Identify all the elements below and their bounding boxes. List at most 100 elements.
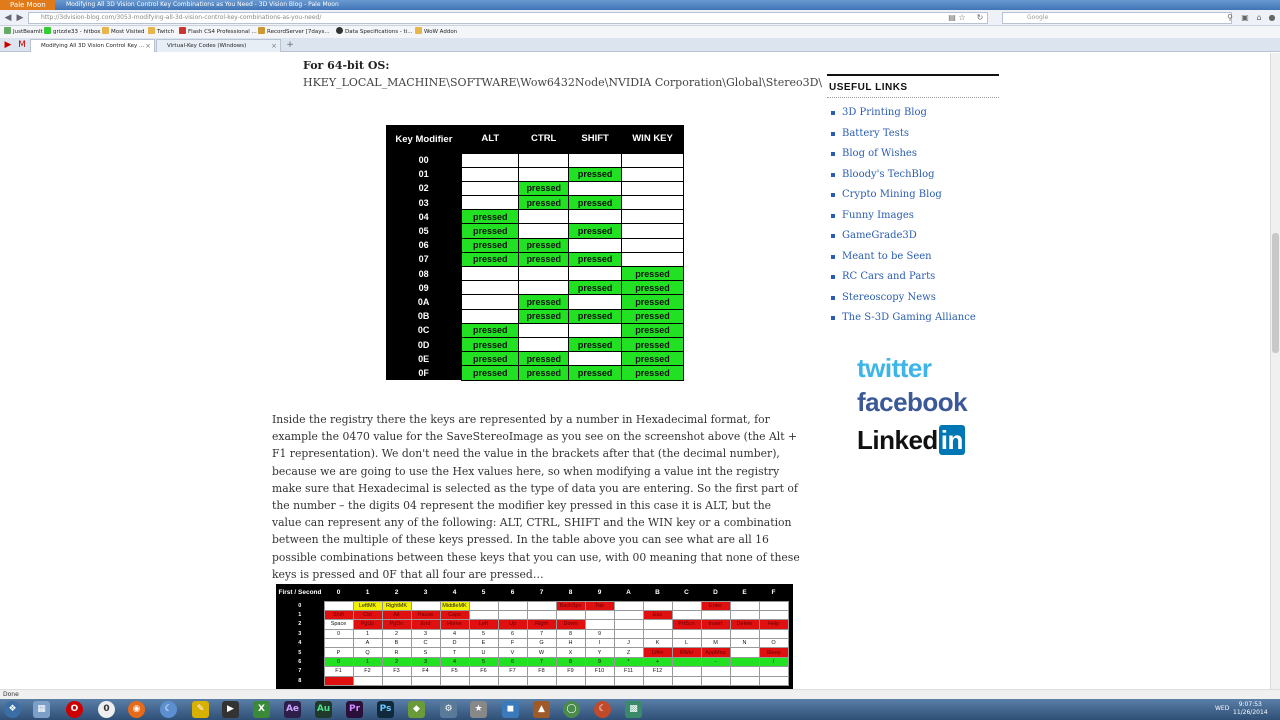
youtube-icon[interactable]: ▶ <box>2 39 14 51</box>
downloads-icon[interactable]: ▣ <box>1240 12 1250 24</box>
tab-article[interactable]: Modifying All 3D Vision Control Key ... × <box>30 39 155 52</box>
key-cell: Sleep <box>758 647 789 658</box>
app3-icon[interactable]: ▲ <box>533 701 550 718</box>
key-cell: F4 <box>410 666 441 677</box>
after-effects-icon[interactable]: Ae <box>284 701 301 718</box>
key-cell: Down <box>555 619 586 630</box>
key-cell: K <box>642 638 673 649</box>
modifier-table-image: Key Modifier ALT CTRL SHIFT WIN KEY 00 01 pres… <box>386 125 684 381</box>
sidebar-link[interactable]: Meant to be Seen <box>827 251 999 272</box>
home-icon[interactable]: ⌂ <box>1254 12 1264 24</box>
new-tab-icon[interactable]: + <box>284 39 296 51</box>
firefox-icon[interactable]: ◉ <box>128 701 145 718</box>
key-cell: P <box>323 647 354 658</box>
bookmark-star-icon[interactable]: ☆ <box>957 12 967 24</box>
sidebar-link[interactable]: Blog of Wishes <box>827 148 999 169</box>
chrome-icon[interactable]: ◯ <box>563 701 580 718</box>
facebook-icon[interactable]: facebook <box>857 387 968 418</box>
sidebar-link[interactable]: The S-3D Gaming Alliance <box>827 312 999 333</box>
modifier-row: 09 pressed pressed <box>386 280 684 296</box>
address-bar[interactable]: http://3dvision-blog.com/3053-modifying-… <box>28 12 988 24</box>
tab-virtual-key-codes[interactable]: Virtual-Key Codes (Windows) × <box>156 39 281 52</box>
key-cell: 7 <box>526 628 557 640</box>
search-input[interactable]: Google <box>1002 12 1232 24</box>
empty-cell <box>568 265 623 282</box>
palemoon-active-icon[interactable]: ☾ <box>594 701 611 718</box>
twitter-icon[interactable]: twitter <box>857 353 932 384</box>
key-cell <box>758 675 789 687</box>
key-cell: 7 <box>526 656 557 668</box>
start-button[interactable]: ❖ <box>4 701 21 718</box>
tool-icon[interactable]: ★ <box>470 701 487 718</box>
key-header-cell: B <box>655 588 660 596</box>
media-icon[interactable]: ▶ <box>222 701 239 718</box>
key-cell: 2 <box>381 628 412 640</box>
key-cell: Insert <box>700 619 731 630</box>
bookmark-item[interactable]: RecordServer [7days... <box>258 26 330 38</box>
key-cell: 9 <box>584 628 615 640</box>
modifier-code: 0C <box>386 323 462 338</box>
premiere-icon[interactable]: Pr <box>346 701 363 718</box>
sidebar-link[interactable]: Crypto Mining Blog <box>827 189 999 210</box>
bookmark-item[interactable]: WoW Addon <box>415 26 457 38</box>
bookmark-item[interactable]: grizzle33 - hitbox <box>44 26 101 38</box>
registry-path: HKEY_LOCAL_MACHINE\SOFTWARE\Wow6432Node\… <box>303 76 823 89</box>
modifier-row: 0F pressed pressed pressed pressed <box>386 365 684 381</box>
close-icon[interactable]: × <box>271 40 277 52</box>
pressed-cell: pressed <box>568 336 623 353</box>
gmail-icon[interactable]: M <box>16 39 28 51</box>
folder-icon <box>415 27 422 34</box>
search-icon[interactable]: ⚲ <box>1225 12 1235 24</box>
app-menu-button[interactable]: Pale Moon <box>0 0 55 10</box>
modifier-code: 0A <box>386 294 462 310</box>
addon-icon[interactable]: ● <box>1267 12 1277 24</box>
settings-icon[interactable]: ⚙ <box>440 701 457 718</box>
bookmark-item[interactable]: Twitch <box>148 26 174 38</box>
excel-icon[interactable]: X <box>253 701 270 718</box>
bookmark-item[interactable]: Flash CS4 Professional ... <box>179 26 257 38</box>
utility-icon[interactable]: ✎ <box>192 701 209 718</box>
key-cell: + <box>642 656 673 668</box>
app-o-icon[interactable]: 0 <box>98 701 115 718</box>
linkedin-icon[interactable]: Linked in <box>857 425 965 456</box>
key-cell: - <box>700 656 731 668</box>
bookmark-item[interactable]: Most Visited <box>102 26 144 38</box>
back-icon[interactable]: ◀ <box>2 12 14 24</box>
network-icon[interactable]: ▩ <box>625 701 642 718</box>
empty-cell <box>568 152 623 168</box>
reload-icon[interactable]: ↻ <box>975 12 985 24</box>
bookmark-item[interactable]: JustBeamIt <box>4 26 43 38</box>
audition-icon[interactable]: Au <box>315 701 332 718</box>
empty-cell <box>621 237 684 253</box>
sidebar-link[interactable]: Bloody's TechBlog <box>827 169 999 190</box>
rss-icon[interactable]: ▤ <box>947 12 957 24</box>
forward-icon[interactable]: ▶ <box>14 12 26 24</box>
sidebar-link[interactable]: RC Cars and Parts <box>827 271 999 292</box>
explanation-paragraph: Inside the registry there the keys are r… <box>272 413 800 581</box>
sidebar-link[interactable]: GameGrade3D <box>827 230 999 251</box>
key-cell <box>584 609 615 621</box>
pressed-cell: pressed <box>568 308 623 324</box>
sidebar-link[interactable]: Battery Tests <box>827 128 999 149</box>
sidebar-link[interactable]: 3D Printing Blog <box>827 107 999 128</box>
app2-icon[interactable]: ◼ <box>502 701 519 718</box>
sidebar-link[interactable]: Funny Images <box>827 210 999 231</box>
app-icon[interactable]: ◆ <box>408 701 425 718</box>
key-cell <box>497 600 528 611</box>
vertical-scrollbar[interactable] <box>1270 53 1280 689</box>
key-cell: J <box>613 638 644 649</box>
bookmark-item[interactable]: Data Specifications - ti... <box>336 26 412 38</box>
modifier-code: 07 <box>386 252 462 267</box>
system-clock[interactable]: 9:07:53 11/26/2014 <box>1233 701 1268 717</box>
opera-icon[interactable]: O <box>66 701 83 718</box>
sidebar-link[interactable]: Stereoscopy News <box>827 292 999 313</box>
palemoon-icon[interactable]: ☾ <box>160 701 177 718</box>
scroll-thumb[interactable] <box>1272 233 1279 353</box>
key-cell: Shift <box>323 609 354 621</box>
photoshop-icon[interactable]: Ps <box>377 701 394 718</box>
folder-icon <box>102 27 109 34</box>
explorer-icon[interactable]: ▦ <box>33 701 50 718</box>
close-icon[interactable]: × <box>145 40 151 52</box>
empty-cell <box>518 152 570 168</box>
modifier-row: 0A pressed pressed <box>386 294 684 310</box>
